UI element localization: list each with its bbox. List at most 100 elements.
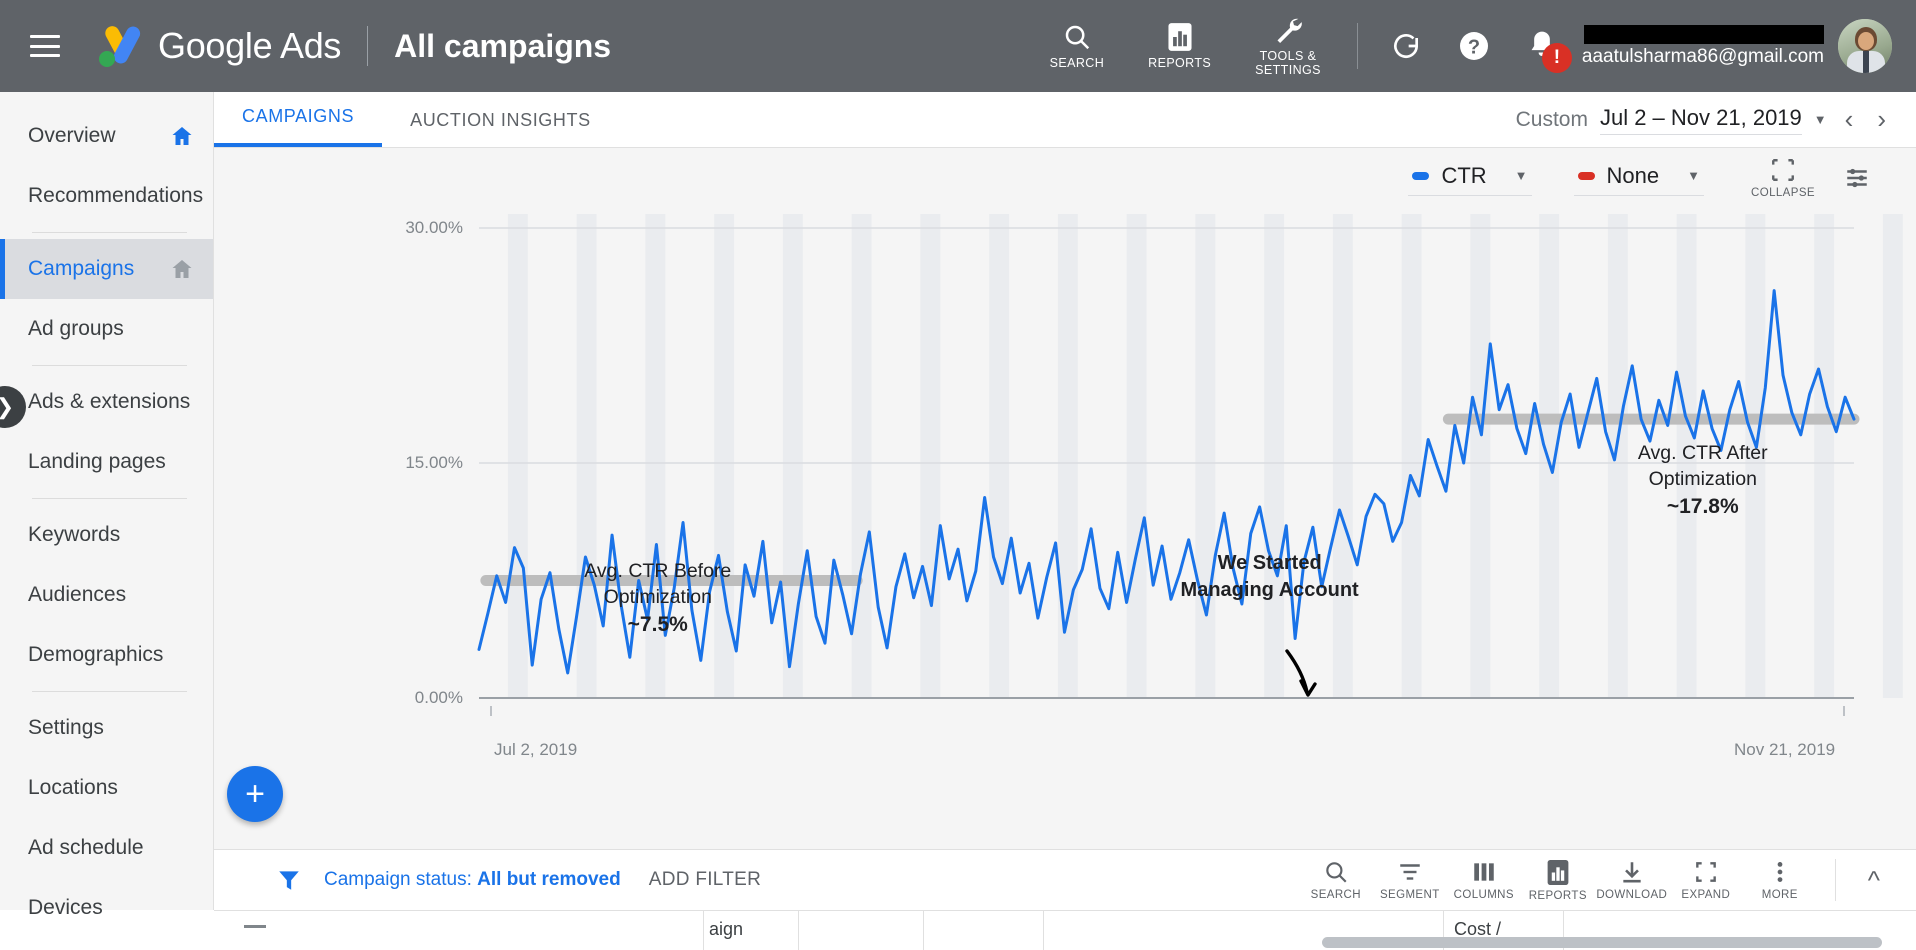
- more-button[interactable]: MORE: [1743, 859, 1817, 901]
- columns-label: COLUMNS: [1454, 889, 1514, 901]
- sidebar-item-campaigns[interactable]: Campaigns: [0, 239, 213, 299]
- new-campaign-button[interactable]: +: [227, 766, 283, 822]
- tab-auction-insights[interactable]: AUCTION INSIGHTS: [382, 110, 619, 147]
- chart-band: [1883, 214, 1903, 698]
- notifications-button[interactable]: !: [1508, 29, 1576, 63]
- add-filter-button[interactable]: ADD FILTER: [649, 869, 761, 891]
- sidebar-item-overview[interactable]: Overview: [0, 106, 213, 166]
- sidebar-item-settings[interactable]: Settings: [0, 698, 213, 758]
- columns-button[interactable]: COLUMNS: [1447, 859, 1521, 901]
- chevron-up-icon[interactable]: ^: [1854, 865, 1894, 896]
- account-info[interactable]: aaatulsharma86@gmail.com: [1582, 25, 1824, 68]
- account-email: aaatulsharma86@gmail.com: [1582, 46, 1824, 68]
- refresh-button[interactable]: [1372, 30, 1440, 62]
- filter-funnel-icon[interactable]: [276, 867, 302, 893]
- sidebar-item-locations[interactable]: Locations: [0, 758, 213, 818]
- metric-selector-primary[interactable]: CTR ▼: [1408, 161, 1531, 196]
- avatar[interactable]: [1838, 19, 1892, 73]
- collapse-chart-button[interactable]: COLLAPSE: [1746, 157, 1820, 199]
- sidebar-item-audiences[interactable]: Audiences: [0, 565, 213, 625]
- annotation-value: ~7.5%: [584, 611, 731, 639]
- page-title: All campaigns: [394, 28, 611, 65]
- segment-icon: [1397, 859, 1423, 885]
- chevron-right-icon[interactable]: ›: [1871, 104, 1892, 135]
- chart-band: [989, 214, 1009, 698]
- toolbar-divider: [1835, 859, 1836, 901]
- brand-name: Google Ads: [158, 25, 341, 67]
- annotation-arrow-head: [1301, 681, 1315, 695]
- sidebar-item-label: Recommendations: [28, 184, 203, 208]
- sidebar-divider: [32, 365, 187, 366]
- wrench-icon: [1272, 15, 1304, 45]
- chart-band: [1127, 214, 1147, 698]
- chevron-down-icon[interactable]: ▼: [1515, 168, 1528, 183]
- chart-band: [1333, 214, 1353, 698]
- chart-annotation-we-started-managing: We StartedManaging Account: [1181, 550, 1359, 604]
- sidebar-item-ad-schedule[interactable]: Ad schedule: [0, 818, 213, 878]
- sidebar-item-label: Audiences: [28, 583, 195, 607]
- sidebar-item-ad-groups[interactable]: Ad groups: [0, 299, 213, 359]
- expand-label: EXPAND: [1681, 889, 1730, 901]
- chart-band: [508, 214, 528, 698]
- date-range-value[interactable]: Jul 2 – Nov 21, 2019: [1600, 105, 1802, 135]
- chart-settings-button[interactable]: [1820, 165, 1894, 191]
- chart-band: [1264, 214, 1284, 698]
- top-divider: [1357, 23, 1358, 69]
- sidebar-item-recommendations[interactable]: Recommendations: [0, 166, 213, 226]
- chart-band: [1402, 214, 1422, 698]
- search-icon: [1062, 22, 1092, 52]
- chart-card: CTR ▼ None ▼ COLLAPSE: [214, 148, 1916, 850]
- annotation-line-2: Optimization: [584, 584, 731, 610]
- brand-divider: [367, 26, 368, 66]
- annotation-line-2: Managing Account: [1181, 577, 1359, 604]
- sidebar-item-label: Demographics: [28, 643, 195, 667]
- chevron-left-icon[interactable]: ‹: [1839, 104, 1860, 135]
- chevron-down-icon[interactable]: ▼: [1687, 168, 1700, 183]
- help-icon: ?: [1458, 30, 1490, 62]
- sidebar-item-ads-extensions[interactable]: Ads & extensions: [0, 372, 213, 432]
- expand-button[interactable]: EXPAND: [1669, 859, 1743, 901]
- account-name-redacted: [1584, 25, 1824, 44]
- table-search-button[interactable]: SEARCH: [1299, 859, 1373, 901]
- sidebar-item-demographics[interactable]: Demographics: [0, 625, 213, 685]
- download-label: DOWNLOAD: [1596, 889, 1667, 901]
- sidebar-item-label: Locations: [28, 776, 195, 800]
- segment-button[interactable]: SEGMENT: [1373, 859, 1447, 901]
- y-axis-tick-label: 30.00%: [405, 218, 463, 238]
- table-header-campaign: aign: [709, 919, 743, 940]
- tabs-row: CAMPAIGNS AUCTION INSIGHTS Custom Jul 2 …: [214, 92, 1916, 148]
- filter-toolbar: Campaign status: All but removed ADD FIL…: [214, 850, 1916, 910]
- ctr-line-chart: 0.00%15.00%30.00%Jul 2, 2019Nov 21, 2019…: [214, 208, 1916, 768]
- download-button[interactable]: DOWNLOAD: [1595, 859, 1669, 901]
- metric-selector-secondary[interactable]: None ▼: [1574, 161, 1704, 196]
- hamburger-menu-icon[interactable]: [30, 35, 60, 57]
- table-reports-button[interactable]: REPORTS: [1521, 859, 1595, 902]
- sidebar-item-keywords[interactable]: Keywords: [0, 505, 213, 565]
- search-button[interactable]: SEARCH: [1028, 0, 1127, 92]
- campaigns-table-peek: aign Cost /: [214, 910, 1916, 950]
- tools-and-settings-button[interactable]: TOOLS &SETTINGS: [1233, 0, 1343, 92]
- x-axis-start-label: Jul 2, 2019: [494, 740, 577, 760]
- avatar-tie: [1863, 51, 1869, 73]
- annotation-line-1: We Started: [1181, 550, 1359, 577]
- columns-icon: [1471, 859, 1497, 885]
- reports-button[interactable]: REPORTS: [1126, 0, 1233, 92]
- sidebar-item-landing-pages[interactable]: Landing pages: [0, 432, 213, 492]
- sidebar-divider: [32, 691, 187, 692]
- chevron-down-icon[interactable]: ▼: [1814, 112, 1827, 127]
- chart-band: [920, 214, 940, 698]
- sidebar-item-label: Ad groups: [28, 317, 195, 341]
- collapse-label: COLLAPSE: [1751, 187, 1815, 199]
- horizontal-scrollbar[interactable]: [1322, 937, 1882, 948]
- y-axis-tick-label: 0.00%: [415, 688, 463, 708]
- sidebar-item-devices[interactable]: Devices: [0, 878, 213, 938]
- expand-icon: [1693, 859, 1719, 885]
- chart-annotation-avg-ctr-before: Avg. CTR BeforeOptimization~7.5%: [584, 558, 731, 639]
- home-icon-grey: [169, 257, 195, 281]
- home-icon-blue: [169, 124, 195, 148]
- help-button[interactable]: ?: [1440, 30, 1508, 62]
- tab-campaigns[interactable]: CAMPAIGNS: [214, 106, 382, 147]
- filter-chip-campaign-status[interactable]: Campaign status: All but removed: [324, 869, 621, 891]
- sidebar-item-label: Settings: [28, 716, 195, 740]
- chart-settings-icon: [1843, 165, 1871, 191]
